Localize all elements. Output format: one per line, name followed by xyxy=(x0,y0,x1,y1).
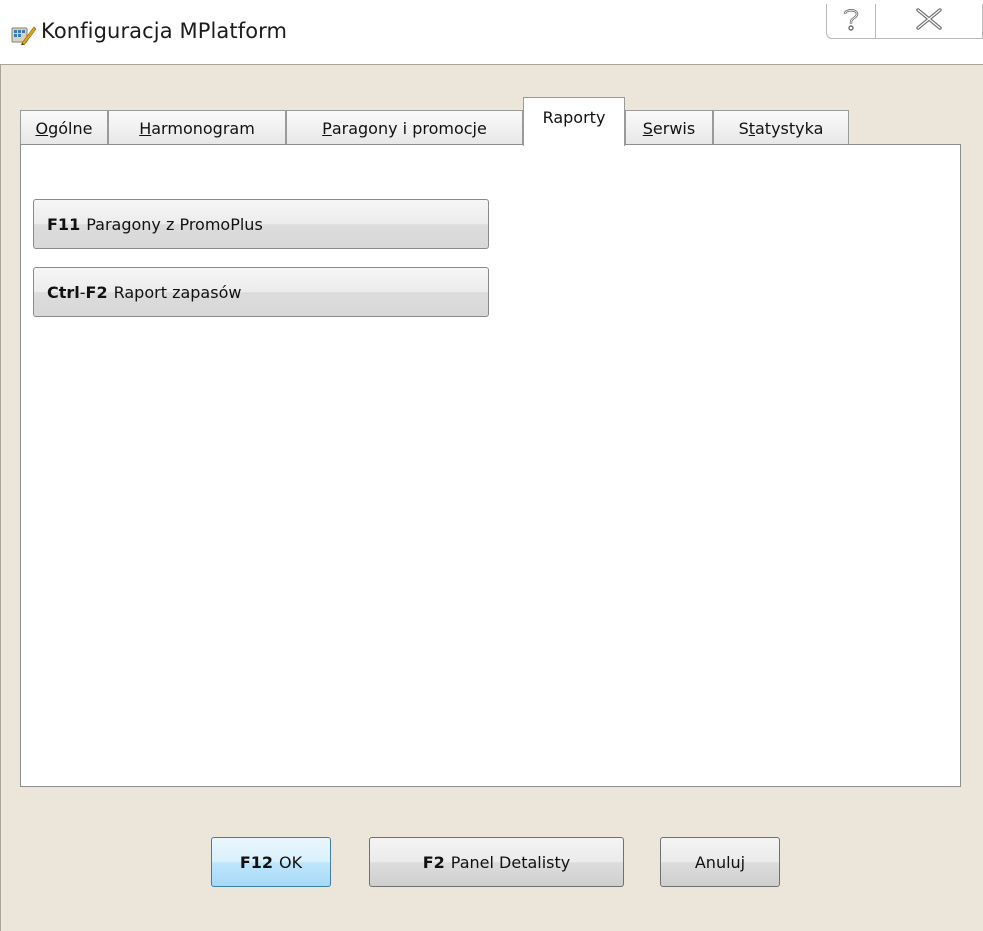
tab-accel: H xyxy=(139,118,152,138)
button-label: Panel Detalisty xyxy=(450,852,571,872)
tab-raporty[interactable]: Raporty xyxy=(523,97,625,146)
title-bar: Konfiguracja MPlatform xyxy=(0,0,983,64)
button-label: Paragony z PromoPlus xyxy=(86,214,263,234)
tab-panel-raporty: F11 Paragony z PromoPlus Ctrl - F2 Raport … xyxy=(20,144,961,787)
tab-strip: Ogólne Harmonogram Paragony i promocje R… xyxy=(20,97,960,146)
close-icon xyxy=(915,8,943,34)
help-icon xyxy=(840,6,862,36)
window-title: Konfiguracja MPlatform xyxy=(41,19,288,43)
paragony-promoplus-button[interactable]: F11 Paragony z PromoPlus xyxy=(33,199,489,249)
tab-label: gólne xyxy=(48,118,93,138)
shortcut-key: F12 xyxy=(239,852,274,872)
tab-label: erwis xyxy=(652,118,696,138)
app-icon xyxy=(10,23,37,46)
dialog-body: Ogólne Harmonogram Paragony i promocje R… xyxy=(0,64,983,931)
shortcut-key-f2: F2 xyxy=(85,282,108,302)
shortcut-key: F11 xyxy=(47,214,81,234)
tab-ogolne[interactable]: Ogólne xyxy=(20,110,108,145)
tab-label: atystyka xyxy=(755,118,824,138)
tab-label: aragony i promocje xyxy=(331,118,487,138)
close-button[interactable] xyxy=(876,4,983,39)
button-label: Anuluj xyxy=(694,852,746,872)
tab-accel: P xyxy=(322,118,332,138)
tab-accel: S xyxy=(642,118,653,138)
tab-label: armonogram xyxy=(151,118,255,138)
tab-accel: O xyxy=(35,118,49,138)
tab-label: Raporty xyxy=(542,107,606,127)
cancel-button[interactable]: Anuluj xyxy=(660,837,780,887)
shortcut-key-ctrl: Ctrl xyxy=(47,282,80,302)
tab-harmonogram[interactable]: Harmonogram xyxy=(108,110,286,145)
shortcut-key: F2 xyxy=(422,852,445,872)
button-label: Raport zapasów xyxy=(113,282,242,302)
raport-zapasow-button[interactable]: Ctrl - F2 Raport zapasów xyxy=(33,267,489,317)
panel-detalisty-button[interactable]: F2 Panel Detalisty xyxy=(369,837,624,887)
tab-label-pre: S xyxy=(738,118,749,138)
button-label: OK xyxy=(279,852,303,872)
tab-paragony-i-promocje[interactable]: Paragony i promocje xyxy=(286,110,523,145)
tab-statystyka[interactable]: St atystyka xyxy=(713,110,849,145)
tab-serwis[interactable]: Serwis xyxy=(625,110,713,145)
help-button[interactable] xyxy=(826,4,876,39)
ok-button[interactable]: F12 OK xyxy=(211,837,331,887)
